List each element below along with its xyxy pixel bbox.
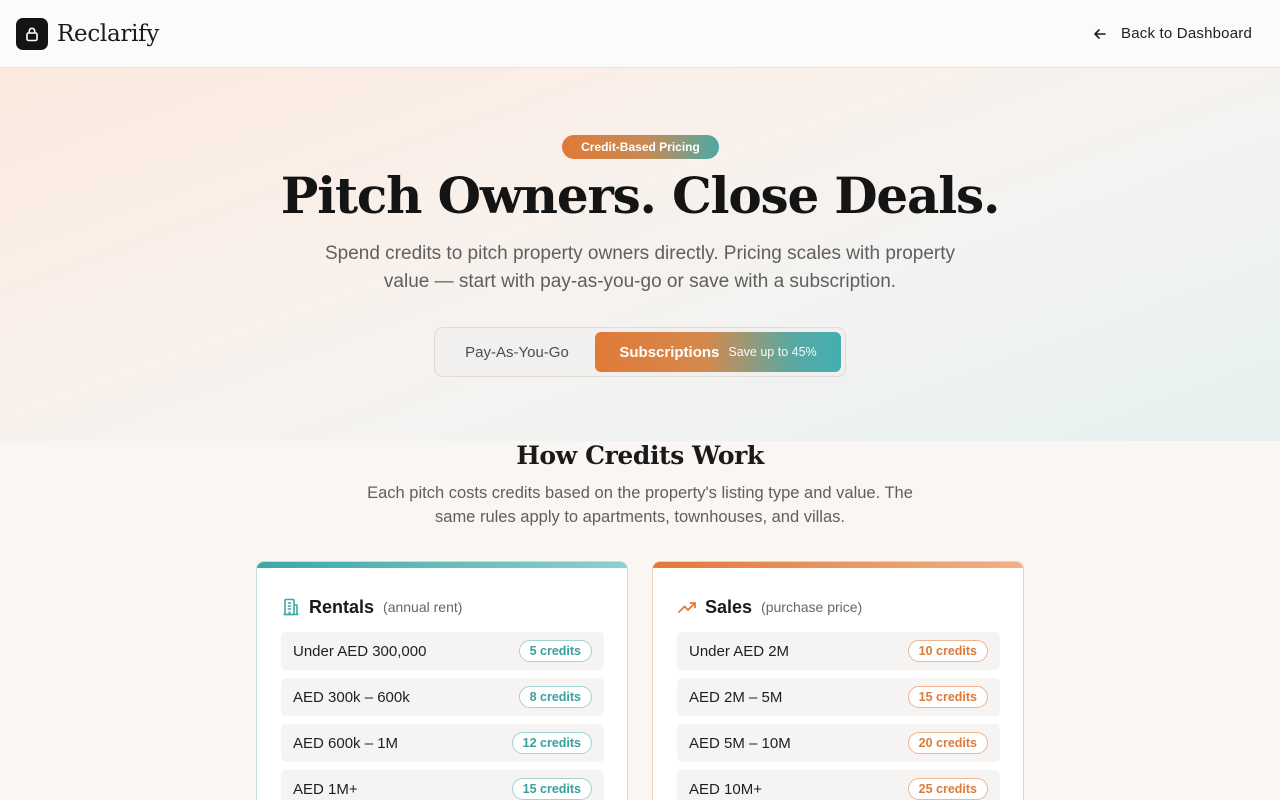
- price-range: AED 10M+: [689, 780, 762, 798]
- lock-icon: [16, 17, 48, 50]
- rentals-card: Rentals (annual rent) Under AED 300,000 …: [256, 561, 628, 800]
- page-title: Pitch Owners. Close Deals.: [280, 166, 1001, 225]
- save-note: Save up to 45%: [728, 345, 817, 359]
- credit-table: Under AED 2M 10 credits AED 2M – 5M 15 c…: [677, 632, 1000, 800]
- table-row: Under AED 2M 10 credits: [677, 632, 1000, 670]
- table-row: Under AED 300,000 5 credits: [281, 632, 604, 670]
- top-header: Reclarify Back to Dashboard: [0, 0, 1280, 68]
- sales-card: Sales (purchase price) Under AED 2M 10 c…: [652, 561, 1024, 800]
- credits-badge: 8 credits: [518, 686, 592, 708]
- back-to-dashboard-link[interactable]: Back to Dashboard: [1093, 25, 1252, 42]
- back-to-dashboard-label: Back to Dashboard: [1121, 25, 1252, 42]
- table-row: AED 2M – 5M 15 credits: [677, 678, 1000, 716]
- card-note: (purchase price): [761, 599, 863, 615]
- hero-subtitle-line-2: value — start with pay-as-you-go or save…: [383, 271, 897, 292]
- credits-badge: 15 credits: [907, 686, 988, 708]
- hero-subtitle: Spend credits to pitch property owners d…: [320, 240, 960, 296]
- trending-up-icon: [678, 602, 696, 613]
- price-range: AED 300k – 600k: [293, 688, 410, 706]
- table-row: AED 300k – 600k 8 credits: [281, 678, 604, 716]
- arrow-left-icon: [1094, 28, 1106, 39]
- price-range: AED 1M+: [293, 780, 358, 798]
- billing-toggle: Pay-As-You-Go Subscriptions Save up to 4…: [434, 327, 846, 377]
- card-title: Sales: [705, 596, 753, 617]
- card-note: (annual rent): [383, 599, 463, 615]
- price-range: AED 2M – 5M: [689, 688, 783, 706]
- price-range: Under AED 300,000: [293, 642, 427, 660]
- table-row: AED 600k – 1M 12 credits: [281, 724, 604, 762]
- subscriptions-tab[interactable]: Subscriptions Save up to 45%: [595, 332, 841, 372]
- credits-badge: 15 credits: [511, 778, 592, 800]
- table-row: AED 5M – 10M 20 credits: [677, 724, 1000, 762]
- how-subtitle-line-1: Each pitch costs credits based on the pr…: [367, 484, 913, 502]
- brand-name: Reclarify: [57, 20, 160, 47]
- credit-table: Under AED 300,000 5 credits AED 300k – 6…: [281, 632, 604, 800]
- card-accent-bar: [653, 562, 1023, 568]
- card-accent-bar: [257, 562, 627, 568]
- brand[interactable]: Reclarify: [16, 17, 160, 50]
- card-header: Rentals (annual rent): [281, 595, 462, 619]
- credits-badge: 10 credits: [907, 640, 988, 662]
- subscriptions-label: Subscriptions: [619, 343, 720, 361]
- how-credits-work-subtitle: Each pitch costs credits based on the pr…: [340, 481, 940, 529]
- price-range: Under AED 2M: [689, 642, 790, 660]
- credits-badge: 5 credits: [518, 640, 592, 662]
- credits-badge: 20 credits: [907, 732, 988, 754]
- card-header: Sales (purchase price): [677, 595, 862, 619]
- building-icon: [283, 598, 299, 616]
- card-title: Rentals: [309, 596, 375, 617]
- how-subtitle-line-2: same rules apply to apartments, townhous…: [435, 508, 845, 526]
- how-credits-work-title: How Credits Work: [516, 441, 764, 470]
- price-range: AED 5M – 10M: [689, 734, 791, 752]
- table-row: AED 10M+ 25 credits: [677, 770, 1000, 800]
- pricing-pill: Credit-Based Pricing: [562, 135, 719, 159]
- hero-subtitle-line-1: Spend credits to pitch property owners d…: [324, 243, 956, 264]
- price-range: AED 600k – 1M: [293, 734, 399, 752]
- pay-as-you-go-tab[interactable]: Pay-As-You-Go: [439, 332, 595, 372]
- credits-badge: 25 credits: [907, 778, 988, 800]
- table-row: AED 1M+ 15 credits: [281, 770, 604, 800]
- credits-badge: 12 credits: [511, 732, 592, 754]
